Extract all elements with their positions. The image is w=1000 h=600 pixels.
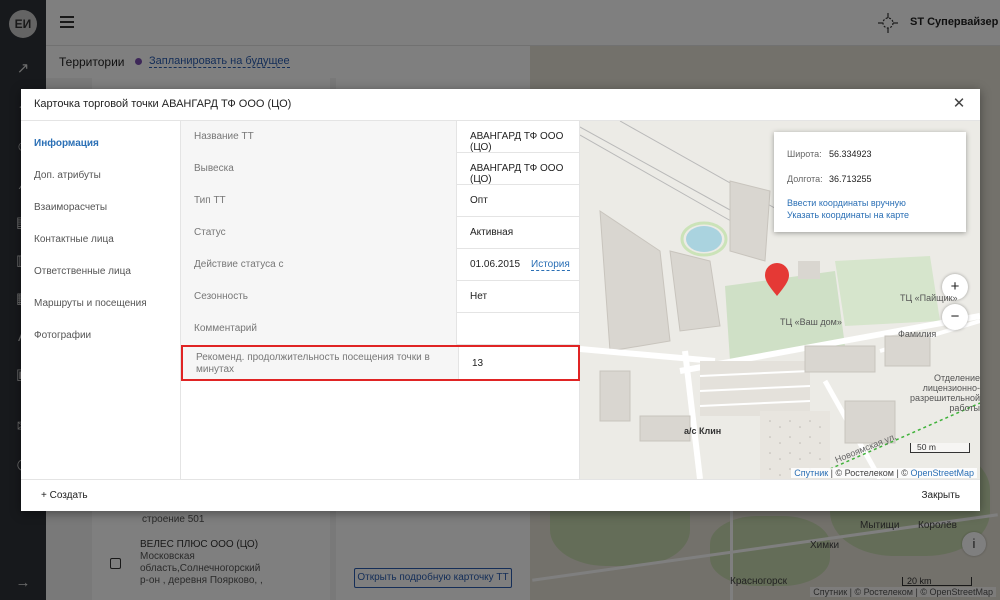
field-row-type: Тип ТТ Опт [181,185,580,217]
field-row-comment: Комментарий [181,313,580,345]
field-label: Действие статуса с [181,249,457,281]
openstreetmap-link[interactable]: OpenStreetMap [910,468,974,478]
enter-coordinates-manually-link[interactable]: Ввести координаты вручную [787,198,906,208]
field-row-visit-duration: Рекоменд. продолжительность посещения то… [181,345,580,381]
field-value: АВАНГАРД ТФ ООО (ЦО) [470,131,564,153]
field-label: Вывеска [181,153,457,185]
nav-item-settlements[interactable]: Взаиморасчеты [34,202,107,213]
modal-title: Карточка торговой точки АВАНГАРД ТФ ООО … [34,98,292,110]
create-button[interactable]: + Создать [41,490,88,501]
pick-coordinates-on-map-link[interactable]: Указать координаты на карте [787,210,909,220]
nav-item-contacts[interactable]: Контактные лица [34,234,114,245]
modal-nav: Информация Доп. атрибуты Взаиморасчеты К… [21,121,181,479]
field-value: Активная [470,227,514,238]
location-map[interactable]: Широта: 56.334923 Долгота: 36.713255 Вве… [580,121,980,479]
field-row-seasonality: Сезонность Нет [181,281,580,313]
close-icon[interactable]: ✕ [950,95,968,113]
field-row-status: Статус Активная [181,217,580,249]
field-value: АВАНГАРД ТФ ООО (ЦО) [470,163,564,185]
map-label: ТЦ «Пайщик» [900,293,958,303]
field-value: Опт [470,195,488,206]
map-label: Отделение лицензионно-разрешительной раб… [910,373,980,413]
sputnik-link[interactable]: Спутник [794,468,828,478]
outlet-card-modal: Карточка торговой точки АВАНГАРД ТФ ООО … [21,89,980,511]
zoom-out-button[interactable]: − [942,304,968,330]
longitude-label: Долгота: [787,174,823,184]
nav-item-extra-attributes[interactable]: Доп. атрибуты [34,170,101,181]
field-label: Рекоменд. продолжительность посещения то… [183,347,459,379]
field-row-signboard: Вывеска АВАНГАРД ТФ ООО (ЦО) [181,153,580,185]
latitude-value: 56.334923 [829,149,872,159]
map-attribution: Спутник | © Ростелеком | © OpenStreetMap [791,468,977,478]
map-scale: 50 m [910,443,970,453]
map-label: Фамилия [898,329,937,339]
history-link[interactable]: История [531,259,570,271]
field-value: 13 [472,358,484,369]
field-label: Комментарий [181,313,457,345]
field-value: 01.06.2015 [470,259,521,270]
field-label: Сезонность [181,281,457,313]
field-label: Тип ТТ [181,185,457,217]
map-label: а/с Клин [684,426,722,436]
field-value: Нет [470,291,488,302]
nav-item-routes-visits[interactable]: Маршруты и посещения [34,298,147,309]
longitude-value: 36.713255 [829,174,872,184]
coordinates-popup: Широта: 56.334923 Долгота: 36.713255 Вве… [774,132,966,232]
field-row-name: Название ТТ АВАНГАРД ТФ ООО (ЦО) [181,121,580,153]
attribution-text: | © Ростелеком | © [828,468,911,478]
map-label: ТЦ «Ваш дом» [780,317,842,327]
nav-item-photos[interactable]: Фотографии [34,330,91,341]
modal-footer: + Создать Закрыть [21,479,980,511]
close-button[interactable]: Закрыть [921,490,960,501]
field-label: Название ТТ [181,121,457,153]
field-row-status-since: Действие статуса с 01.06.2015 История [181,249,580,281]
field-label: Статус [181,217,457,249]
modal-header: Карточка торговой точки АВАНГАРД ТФ ООО … [21,89,980,121]
nav-item-info[interactable]: Информация [34,138,99,149]
info-table: Название ТТ АВАНГАРД ТФ ООО (ЦО) Вывеска… [181,121,580,479]
latitude-label: Широта: [787,149,822,159]
nav-item-responsible[interactable]: Ответственные лица [34,266,131,277]
